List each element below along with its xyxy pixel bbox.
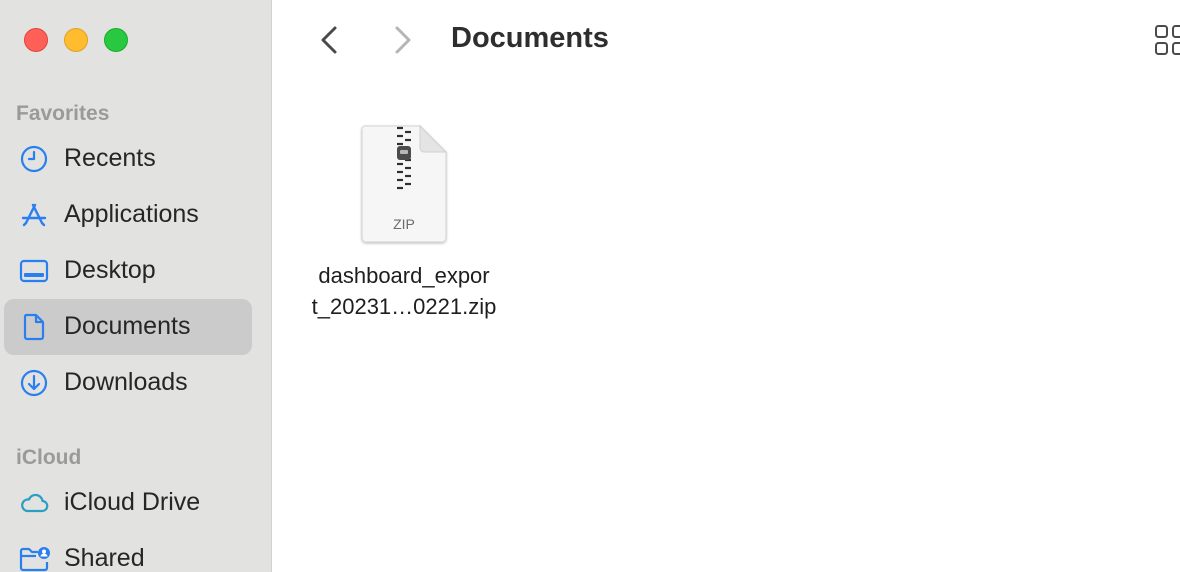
sidebar-section-favorites: Favorites — [16, 102, 110, 125]
clock-icon — [20, 145, 48, 173]
sidebar-item-desktop[interactable]: Desktop — [4, 243, 252, 299]
sidebar-item-label: Downloads — [64, 368, 188, 396]
file-name-line-2: t_20231…0221.zip — [311, 294, 497, 319]
file-item[interactable]: ZIP dashboard_expor t_20231…0221.zip — [296, 120, 512, 330]
applications-icon — [21, 203, 47, 227]
forward-button[interactable] — [382, 20, 422, 60]
desktop-icon — [19, 259, 49, 283]
zip-type-label: ZIP — [393, 216, 415, 232]
zoom-window-button[interactable] — [104, 28, 128, 52]
sidebar-item-icloud-drive[interactable]: iCloud Drive — [4, 475, 252, 531]
sidebar-item-shared[interactable]: Shared — [4, 531, 252, 572]
window-title: Documents — [451, 22, 609, 54]
sidebar-item-downloads[interactable]: Downloads — [4, 355, 252, 411]
view-grid-icon[interactable] — [1152, 24, 1180, 58]
file-name: dashboard_expor t_20231…0221.zip — [296, 260, 512, 322]
sidebar-item-recents[interactable]: Recents — [4, 131, 252, 187]
sidebar-item-label: Desktop — [64, 256, 156, 284]
shared-folder-icon — [19, 547, 50, 572]
zip-file-icon: ZIP — [361, 124, 448, 243]
sidebar-section-icloud: iCloud — [16, 446, 82, 469]
close-window-button[interactable] — [24, 28, 48, 52]
sidebar-item-applications[interactable]: Applications — [4, 187, 252, 243]
sidebar-item-label: iCloud Drive — [64, 488, 201, 516]
minimize-window-button[interactable] — [64, 28, 88, 52]
sidebar-item-label: Shared — [64, 544, 145, 572]
sidebar-item-label: Applications — [64, 200, 199, 228]
file-name-line-1: dashboard_expor — [318, 263, 490, 288]
finder-window: Favorites Recents Applications Desktop D… — [0, 0, 1180, 572]
sidebar-item-label: Recents — [64, 144, 156, 172]
sidebar: Favorites Recents Applications Desktop D… — [0, 0, 272, 572]
cloud-icon — [21, 493, 49, 513]
back-button[interactable] — [310, 20, 350, 60]
downloads-icon — [20, 369, 48, 397]
sidebar-item-documents[interactable]: Documents — [4, 299, 252, 355]
sidebar-item-label: Documents — [64, 312, 191, 340]
document-icon — [23, 313, 45, 341]
